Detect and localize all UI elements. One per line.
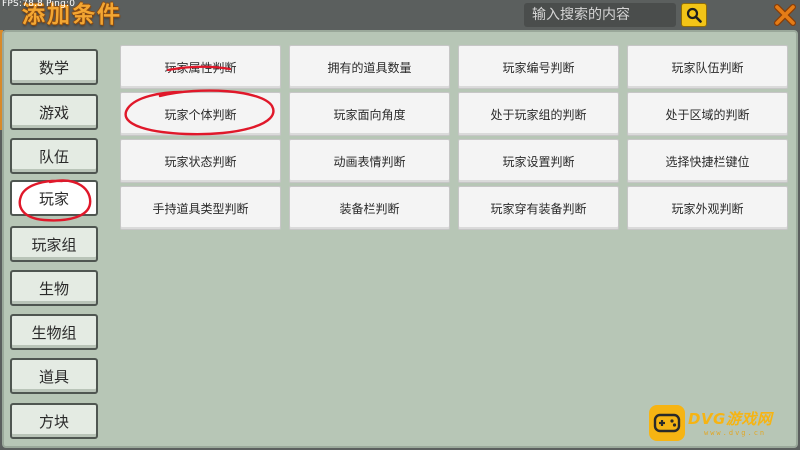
site-watermark: DVG游戏网 www.dvg.cn xyxy=(646,400,796,446)
condition-hotbar-slot[interactable]: 选择快捷栏键位 xyxy=(627,139,788,183)
fps-ping-readout: FPS:78.8 Ping:0 xyxy=(2,0,76,9)
condition-player-team[interactable]: 玩家队伍判断 xyxy=(627,45,788,89)
condition-player-state[interactable]: 玩家状态判断 xyxy=(120,139,281,183)
condition-player-individual[interactable]: 玩家个体判断 xyxy=(120,92,281,136)
condition-held-item-type[interactable]: 手持道具类型判断 xyxy=(120,186,281,230)
category-creature-group[interactable]: 生物组 xyxy=(10,314,98,350)
condition-in-player-group[interactable]: 处于玩家组的判断 xyxy=(458,92,619,136)
search-bar xyxy=(524,2,712,28)
category-block[interactable]: 方块 xyxy=(10,403,98,439)
condition-player-number[interactable]: 玩家编号判断 xyxy=(458,45,619,89)
condition-player-settings[interactable]: 玩家设置判断 xyxy=(458,139,619,183)
category-sidebar: 数学 游戏 队伍 玩家 玩家组 生物 生物组 道具 方块 xyxy=(6,40,106,446)
category-item[interactable]: 道具 xyxy=(10,358,98,394)
search-input[interactable] xyxy=(524,3,676,27)
category-creature[interactable]: 生物 xyxy=(10,270,98,306)
category-team[interactable]: 队伍 xyxy=(10,138,98,174)
condition-grid: 玩家属性判断 拥有的道具数量 玩家编号判断 玩家队伍判断 玩家个体判断 玩家面向… xyxy=(116,40,796,240)
watermark-url: www.dvg.cn xyxy=(704,429,767,437)
search-icon xyxy=(686,7,702,23)
condition-wearing-equipment[interactable]: 玩家穿有装备判断 xyxy=(458,186,619,230)
category-math[interactable]: 数学 xyxy=(10,49,98,85)
condition-player-appearance[interactable]: 玩家外观判断 xyxy=(627,186,788,230)
gamepad-icon xyxy=(649,405,685,441)
search-button[interactable] xyxy=(681,3,707,27)
close-icon xyxy=(774,4,796,26)
condition-equipment-bar[interactable]: 装备栏判断 xyxy=(289,186,450,230)
category-game[interactable]: 游戏 xyxy=(10,94,98,130)
watermark-brand: DVG游戏网 xyxy=(688,410,773,428)
category-player[interactable]: 玩家 xyxy=(10,180,98,216)
condition-player-attribute[interactable]: 玩家属性判断 xyxy=(120,45,281,89)
condition-facing-angle[interactable]: 玩家面向角度 xyxy=(289,92,450,136)
condition-item-count[interactable]: 拥有的道具数量 xyxy=(289,45,450,89)
condition-in-area[interactable]: 处于区域的判断 xyxy=(627,92,788,136)
category-player-group[interactable]: 玩家组 xyxy=(10,226,98,262)
close-button[interactable] xyxy=(772,2,798,28)
condition-emote-animation[interactable]: 动画表情判断 xyxy=(289,139,450,183)
